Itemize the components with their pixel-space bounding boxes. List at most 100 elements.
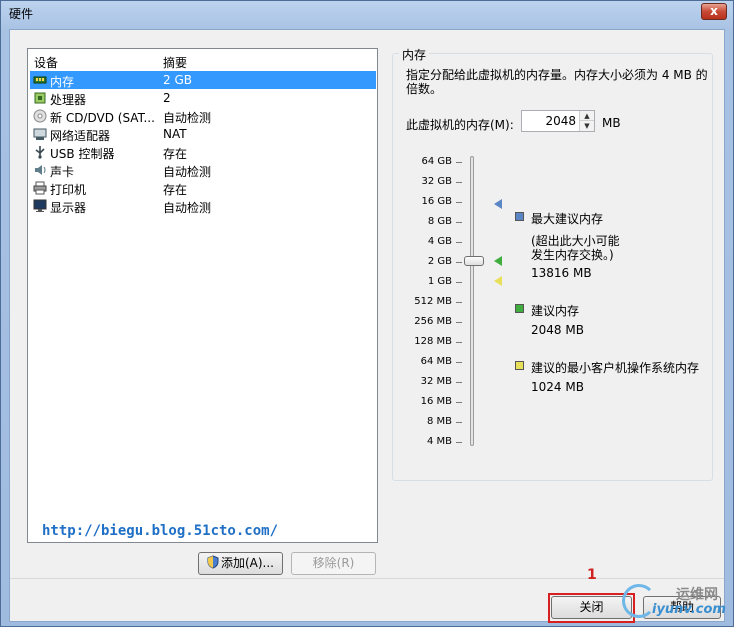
annotation-number: 1 [587,567,597,583]
memory-spinner[interactable]: 2048 ▲ ▼ [521,110,595,132]
memory-unit: MB [602,116,621,130]
site-watermark: 运维网 iyunv.com [620,578,730,623]
list-item-printer[interactable]: 打印机 存在 [30,179,376,197]
device-name: 声卡 [50,165,75,179]
device-name: USB 控制器 [50,147,115,161]
device-name: 显示器 [50,201,87,215]
list-item-cd-dvd[interactable]: 新 CD/DVD (SAT... 自动检测 [30,107,376,125]
memory-icon [33,76,47,84]
hardware-dialog: 硬件 x 设备 摘要 内存 2 GB 处理器 2 新 CD/DVD (SAT..… [0,0,734,627]
scale-label: 128 MB [414,336,452,347]
device-summary: 存在 [163,183,188,197]
device-summary: 2 [163,91,171,105]
scale-tick [456,282,462,283]
scale-label: 16 GB [421,196,452,207]
sound-icon [35,165,46,175]
guest-minimum-legend-icon [515,361,524,370]
guest-minimum-marker-icon [494,276,502,286]
scale-label: 1 GB [427,276,452,287]
list-item-memory[interactable]: 内存 2 GB [30,71,376,89]
scale-label: 32 MB [420,376,452,387]
max-recommended-marker-icon [494,199,502,209]
device-name: 网络适配器 [50,129,111,143]
list-item-usb-controller[interactable]: USB 控制器 存在 [30,143,376,161]
add-button-label: 添加(A)... [220,556,275,570]
device-list[interactable]: 设备 摘要 内存 2 GB 处理器 2 新 CD/DVD (SAT... 自动检… [27,48,378,543]
list-item-sound-card[interactable]: 声卡 自动检测 [30,161,376,179]
network-adapter-icon [33,128,47,140]
scale-label: 512 MB [414,296,452,307]
column-header-summary: 摘要 [163,56,188,70]
watermark-text-2: iyunv.com [652,602,726,617]
dialog-client: 设备 摘要 内存 2 GB 处理器 2 新 CD/DVD (SAT... 自动检… [9,29,726,623]
scale-tick [456,162,462,163]
device-name: 处理器 [50,93,87,107]
scale-tick [456,342,462,343]
scale-tick [456,382,462,383]
shield-icon [207,555,219,569]
recommended-title: 建议内存 [531,304,580,318]
remove-button[interactable]: 移除(R) [291,552,376,575]
scale-label: 16 MB [420,396,452,407]
scale-label: 64 GB [421,156,452,167]
recommended-legend-icon [515,304,524,313]
device-summary: 自动检测 [163,165,212,179]
cd-dvd-icon [33,109,47,123]
device-summary: 自动检测 [163,201,212,215]
scale-label: 256 MB [414,316,452,327]
memory-group-title: 内存 [399,46,430,63]
processor-icon [34,92,46,104]
list-header: 设备 摘要 [28,49,377,70]
usb-icon [35,146,45,159]
list-item-display[interactable]: 显示器 自动检测 [30,197,376,215]
column-header-device: 设备 [34,56,59,70]
list-item-network-adapter[interactable]: 网络适配器 NAT [30,125,376,143]
device-name: 新 CD/DVD (SAT... [50,111,155,125]
scale-tick [456,302,462,303]
spin-down-icon[interactable]: ▼ [580,121,594,131]
recommended-value: 2048 MB [531,323,584,337]
scale-tick [456,362,462,363]
scale-label: 64 MB [420,356,452,367]
memory-input-label: 此虚拟机的内存(M): [406,118,514,132]
remove-button-label: 移除(R) [312,556,355,570]
memory-slider-handle[interactable] [464,256,484,266]
close-icon[interactable]: x [701,3,727,20]
bottom-separator [10,578,724,579]
device-summary: NAT [163,127,187,141]
spin-up-icon[interactable]: ▲ [580,111,594,121]
scale-tick [456,242,462,243]
scale-label: 32 GB [421,176,452,187]
scale-label: 8 GB [427,216,452,227]
spinner-buttons: ▲ ▼ [579,111,594,131]
recommended-marker-icon [494,256,502,266]
title-bar[interactable]: 硬件 x [1,1,733,27]
display-icon [33,199,47,212]
device-summary: 存在 [163,147,188,161]
scale-tick [456,182,462,183]
memory-slider-track[interactable] [470,156,474,446]
window-title: 硬件 [9,7,34,21]
scale-label: 4 MB [426,436,452,447]
scale-label: 4 GB [427,236,452,247]
scale-tick [456,322,462,323]
max-recommended-legend-icon [515,212,524,221]
watermark-text-1: 运维网 [676,587,718,603]
device-summary: 自动检测 [163,111,212,125]
printer-icon [33,181,47,195]
max-recommended-title: 最大建议内存 [531,212,604,226]
list-item-processor[interactable]: 处理器 2 [30,89,376,107]
add-button[interactable]: 添加(A)... [198,552,283,575]
memory-value-input[interactable]: 2048 [545,114,576,128]
scale-tick [456,262,462,263]
device-summary: 2 GB [163,73,192,87]
scale-tick [456,202,462,203]
scale-tick [456,402,462,403]
scale-tick [456,222,462,223]
memory-description: 指定分配给此虚拟机的内存量。内存大小必须为 4 MB 的倍数。 [406,68,708,96]
device-name: 打印机 [50,183,87,197]
scale-tick [456,442,462,443]
close-button-label: 关闭 [579,600,604,614]
scale-label: 8 MB [426,416,452,427]
max-recommended-note-2: 发生内存交换。) [531,248,614,262]
